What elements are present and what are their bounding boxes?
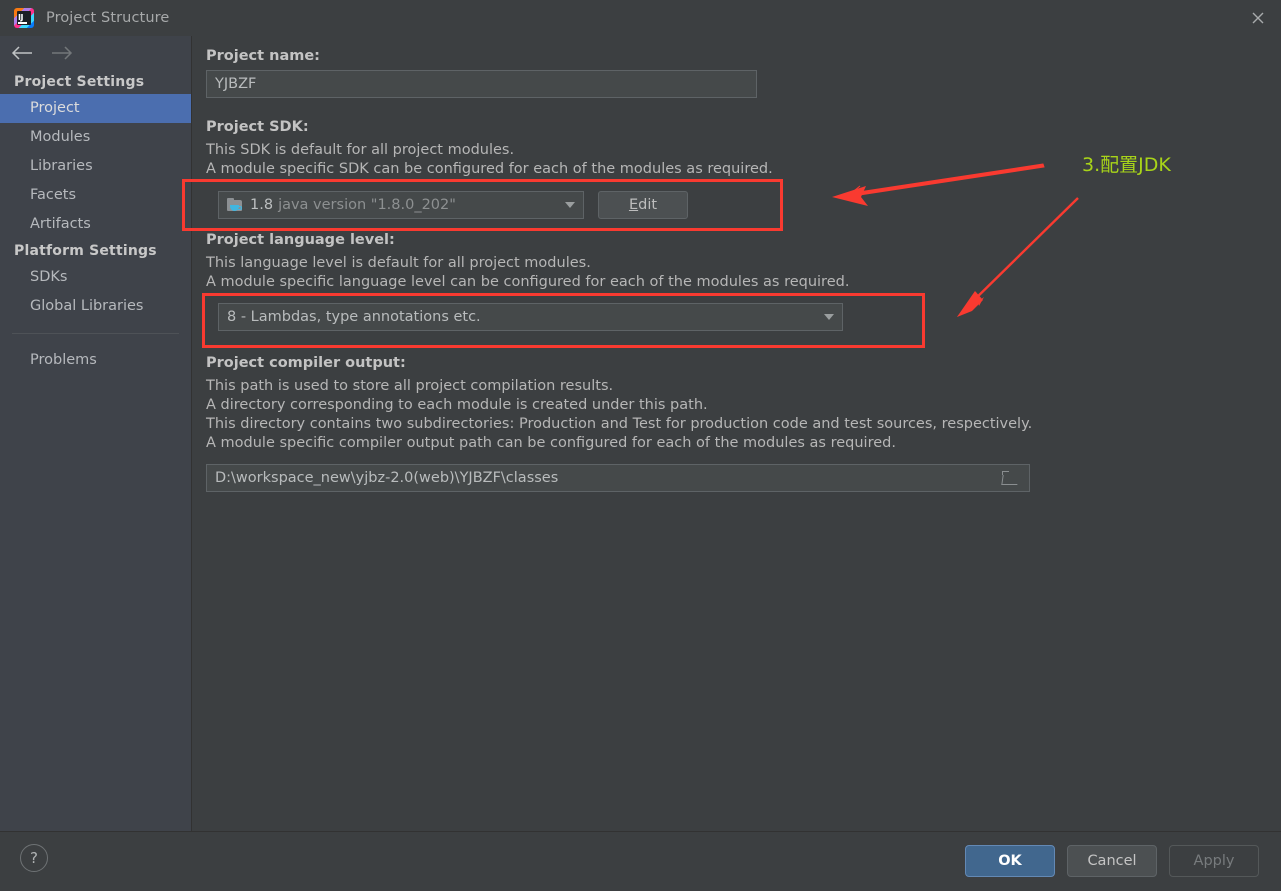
chevron-down-icon[interactable]	[816, 304, 842, 330]
sidebar-item-global-libraries[interactable]: Global Libraries	[0, 292, 191, 321]
dialog-action-buttons: OK Cancel Apply	[965, 845, 1259, 877]
arrow-left-icon[interactable]	[10, 45, 34, 61]
sidebar-item-libraries[interactable]: Libraries	[0, 152, 191, 181]
apply-button: Apply	[1169, 845, 1259, 877]
chevron-down-icon[interactable]	[557, 192, 583, 218]
arrow-right-icon[interactable]	[50, 45, 74, 61]
folder-browse-icon[interactable]	[1001, 471, 1019, 485]
project-name-input[interactable]: YJBZF	[206, 70, 757, 98]
language-level-value: 8 - Lambdas, type annotations etc.	[227, 309, 481, 325]
edit-button-rest: dit	[638, 197, 658, 213]
compiler-output-value: D:\workspace_new\yjbz-2.0(web)\YJBZF\cla…	[215, 470, 559, 486]
compiler-output-label: Project compiler output:	[206, 355, 406, 371]
navigation-arrows	[0, 36, 191, 70]
window-title: Project Structure	[46, 10, 170, 26]
language-level-desc-2: A module specific language level can be …	[206, 274, 850, 290]
language-level-combobox[interactable]: 8 - Lambdas, type annotations etc.	[218, 303, 843, 331]
title-bar: IJ Project Structure	[0, 0, 1281, 36]
settings-sidebar: Project Settings Project Modules Librari…	[0, 36, 192, 831]
sidebar-item-facets[interactable]: Facets	[0, 181, 191, 210]
sidebar-item-artifacts[interactable]: Artifacts	[0, 210, 191, 239]
help-question-icon[interactable]: ?	[20, 844, 48, 872]
java-sdk-folder-icon	[227, 197, 244, 213]
sidebar-group-platform-settings: Platform Settings	[14, 243, 157, 259]
sidebar-item-problems[interactable]: Problems	[0, 346, 191, 375]
project-structure-dialog: IJ Project Structure Project Settings Pr…	[0, 0, 1281, 891]
sidebar-item-modules[interactable]: Modules	[0, 123, 191, 152]
sdk-version-text: 1.8	[250, 197, 274, 213]
sidebar-item-project[interactable]: Project	[0, 94, 191, 123]
project-sdk-label: Project SDK:	[206, 119, 309, 135]
sidebar-group-project-settings: Project Settings	[14, 74, 145, 90]
annotation-label: 3.配置JDK	[1082, 154, 1171, 176]
dialog-footer: ? OK Cancel Apply	[0, 831, 1281, 891]
ok-button[interactable]: OK	[965, 845, 1055, 877]
language-level-desc-1: This language level is default for all p…	[206, 255, 591, 271]
edit-button-mnemonic: E	[628, 197, 639, 213]
edit-sdk-button[interactable]: Edit	[598, 191, 688, 219]
sdk-detail-text: java version "1.8.0_202"	[278, 197, 456, 213]
language-level-label: Project language level:	[206, 232, 395, 248]
compiler-output-desc-3: This directory contains two subdirectori…	[206, 416, 1033, 432]
project-sdk-combobox[interactable]: 1.8 java version "1.8.0_202"	[218, 191, 584, 219]
cancel-button[interactable]: Cancel	[1067, 845, 1157, 877]
sidebar-divider	[12, 333, 179, 334]
close-icon[interactable]	[1235, 0, 1281, 36]
compiler-output-desc-4: A module specific compiler output path c…	[206, 435, 896, 451]
sidebar-item-sdks[interactable]: SDKs	[0, 263, 191, 292]
project-name-label: Project name:	[206, 48, 320, 64]
help-label: ?	[30, 849, 38, 867]
compiler-output-input[interactable]: D:\workspace_new\yjbz-2.0(web)\YJBZF\cla…	[206, 464, 1030, 492]
compiler-output-desc-2: A directory corresponding to each module…	[206, 397, 708, 413]
intellij-idea-icon: IJ	[14, 8, 34, 28]
compiler-output-desc-1: This path is used to store all project c…	[206, 378, 614, 394]
